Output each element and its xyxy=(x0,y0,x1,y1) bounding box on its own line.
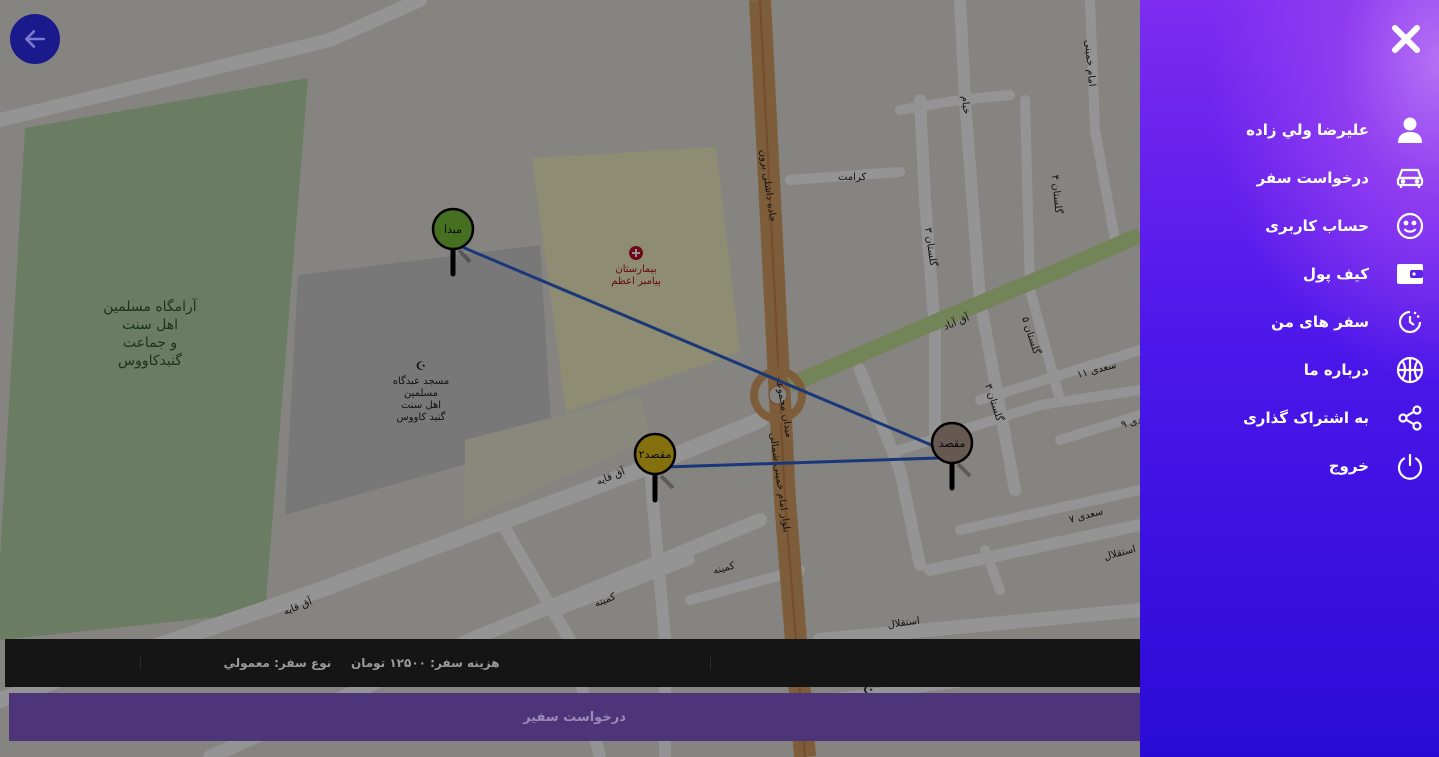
menu-item-request-trip[interactable]: درخواست سفر xyxy=(1140,154,1439,202)
close-icon xyxy=(1392,25,1420,53)
menu-item-label: عليرضا ولي زاده xyxy=(1246,121,1369,139)
menu-item-logout[interactable]: خروج xyxy=(1140,442,1439,490)
menu-item-my-trips[interactable]: سفر های من xyxy=(1140,298,1439,346)
car-icon xyxy=(1395,163,1425,193)
trip-type-text: نوع سفر: معمولي xyxy=(5,656,332,670)
wallet-icon xyxy=(1395,259,1425,289)
menu-item-label: حساب کاربری xyxy=(1265,217,1369,235)
trip-info-bar: هزینه سفر: ۱۲۵۰۰ تومان نوع سفر: معمولي xyxy=(5,639,1140,687)
power-icon xyxy=(1395,451,1425,481)
menu-item-about[interactable]: درباره ما xyxy=(1140,346,1439,394)
menu-item-wallet[interactable]: کیف پول xyxy=(1140,250,1439,298)
user-icon xyxy=(1395,115,1425,145)
menu-item-label: درباره ما xyxy=(1303,361,1369,379)
share-icon xyxy=(1395,403,1425,433)
basketball-icon xyxy=(1395,355,1425,385)
drawer-menu: عليرضا ولي زاده درخواست سفر حساب کاربری … xyxy=(1140,106,1439,490)
arrow-left-icon xyxy=(25,30,45,48)
menu-item-label: کیف پول xyxy=(1303,265,1369,283)
request-trip-button[interactable]: درخواست سفیر xyxy=(9,693,1140,741)
menu-item-profile[interactable]: عليرضا ولي زاده xyxy=(1140,106,1439,154)
smile-icon xyxy=(1395,211,1425,241)
menu-item-label: درخواست سفر xyxy=(1256,169,1369,187)
history-icon xyxy=(1395,307,1425,337)
menu-item-account[interactable]: حساب کاربری xyxy=(1140,202,1439,250)
trip-type-label: نوع سفر: معمولي xyxy=(223,656,332,670)
menu-item-share[interactable]: به اشتراک گذاری xyxy=(1140,394,1439,442)
side-drawer: عليرضا ولي زاده درخواست سفر حساب کاربری … xyxy=(1140,0,1439,757)
back-button[interactable] xyxy=(10,14,60,64)
menu-item-label: خروج xyxy=(1328,457,1369,475)
menu-item-label: به اشتراک گذاری xyxy=(1243,409,1369,427)
close-drawer-button[interactable] xyxy=(1389,22,1423,56)
menu-item-label: سفر های من xyxy=(1271,313,1369,331)
